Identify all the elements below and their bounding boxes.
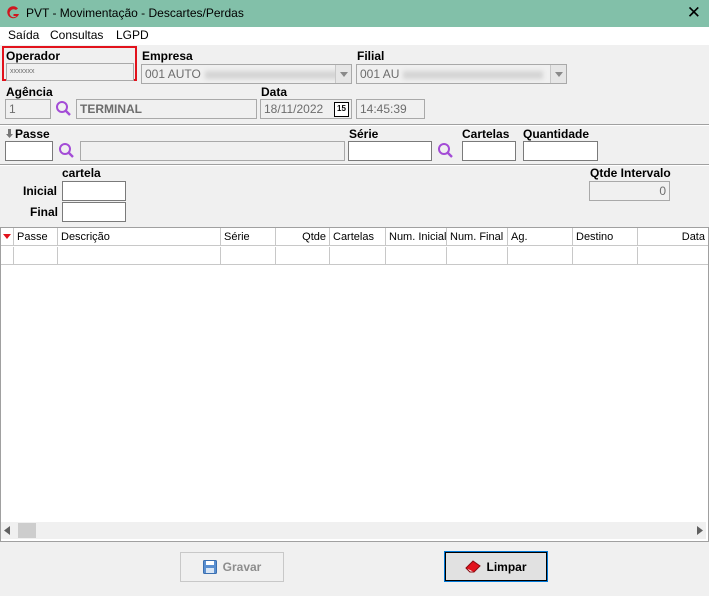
serie-label: Série [349, 127, 379, 141]
empresa-value: 001 AUTO [145, 67, 201, 81]
scroll-left-icon[interactable] [4, 526, 10, 535]
grid-header-passe[interactable]: Passe [14, 228, 58, 246]
grid-cell[interactable] [508, 247, 573, 265]
limpar-label: Limpar [486, 559, 527, 574]
cartelas-input[interactable] [462, 141, 516, 161]
operador-field[interactable]: xxxxxxx [6, 63, 134, 81]
filial-label: Filial [357, 49, 385, 63]
search-icon[interactable] [58, 142, 75, 159]
grid-cell[interactable] [573, 247, 638, 265]
agencia-name-field: TERMINAL [76, 99, 257, 119]
filial-blurred-text [403, 70, 544, 79]
cartelas-label: Cartelas [462, 127, 510, 141]
qtde-intervalo-field: 0 [589, 181, 670, 201]
eraser-icon [465, 560, 482, 573]
empresa-label: Empresa [142, 49, 193, 63]
grid-cell[interactable] [386, 247, 447, 265]
filial-value: 001 AU [360, 67, 400, 81]
final-label: Final [30, 205, 59, 219]
chevron-down-icon[interactable] [335, 65, 351, 83]
grid-header-cartelas[interactable]: Cartelas [330, 228, 386, 246]
scroll-right-icon[interactable] [697, 526, 703, 535]
grid-header-data[interactable]: Data [638, 228, 708, 246]
scroll-thumb[interactable] [18, 523, 36, 538]
save-icon [202, 560, 217, 574]
grid-header-num-inicial[interactable]: Num. Inicial [386, 228, 447, 246]
grid-cell[interactable] [14, 247, 58, 265]
chevron-down-icon[interactable] [550, 65, 566, 83]
app-logo-icon [7, 6, 19, 19]
menu-bar [0, 27, 709, 45]
agencia-code-field[interactable]: 1 [5, 99, 51, 119]
grid-cell[interactable] [638, 247, 708, 265]
inicial-input[interactable] [62, 181, 126, 201]
agencia-label: Agência [6, 85, 53, 99]
grid-cell[interactable] [1, 247, 14, 265]
grid-header-ag[interactable]: Ag. [508, 228, 573, 246]
grid-header-descricao[interactable]: Descrição [58, 228, 221, 246]
passe-description-field [80, 141, 345, 161]
close-icon[interactable]: ✕ [687, 3, 701, 23]
menu-lgpd[interactable]: LGPD [116, 28, 149, 42]
grid-header-destino[interactable]: Destino [573, 228, 638, 246]
gravar-label: Gravar [222, 560, 262, 574]
grid-indicator-header [1, 228, 14, 246]
passe-label: Passe [15, 127, 50, 141]
grid-cell[interactable] [276, 247, 330, 265]
serie-input[interactable] [348, 141, 432, 161]
search-icon[interactable] [55, 100, 72, 117]
grid-header-serie[interactable]: Série [221, 228, 276, 246]
items-grid[interactable]: Passe Descrição Série Qtde Cartelas Num.… [0, 227, 709, 542]
final-input[interactable] [62, 202, 126, 222]
empresa-blurred-text [204, 70, 351, 79]
time-field: 14:45:39 [356, 99, 425, 119]
calendar-icon[interactable]: 15 [334, 102, 349, 117]
arrow-down-icon [6, 129, 13, 138]
date-field[interactable]: 18/11/2022 15 [260, 99, 352, 119]
qtde-intervalo-label: Qtde Intervalo [590, 166, 671, 180]
cartela-label: cartela [62, 166, 101, 180]
date-value: 18/11/2022 [264, 102, 324, 116]
grid-header-num-final[interactable]: Num. Final [447, 228, 508, 246]
quantidade-label: Quantidade [523, 127, 590, 141]
grid-cell[interactable] [58, 247, 221, 265]
grid-cell[interactable] [221, 247, 276, 265]
window-title: PVT - Movimentação - Descartes/Perdas [26, 6, 244, 20]
operador-label: Operador [6, 49, 61, 63]
menu-saida[interactable]: Saída [8, 28, 39, 42]
gravar-button[interactable]: Gravar [180, 552, 284, 582]
menu-consultas[interactable]: Consultas [50, 28, 103, 42]
search-icon[interactable] [437, 142, 454, 159]
quantidade-input[interactable] [523, 141, 598, 161]
empresa-select[interactable]: 001 AUTO [141, 64, 352, 84]
horizontal-scrollbar[interactable] [1, 522, 706, 539]
grid-cell[interactable] [447, 247, 508, 265]
inicial-label: Inicial [23, 184, 58, 198]
grid-cell[interactable] [330, 247, 386, 265]
filial-select[interactable]: 001 AU [356, 64, 567, 84]
passe-input[interactable] [5, 141, 53, 161]
separator [0, 124, 709, 126]
sort-down-icon [3, 234, 11, 239]
limpar-button[interactable]: Limpar [444, 551, 548, 582]
data-label: Data [261, 85, 288, 99]
grid-header-qtde[interactable]: Qtde [276, 228, 330, 246]
